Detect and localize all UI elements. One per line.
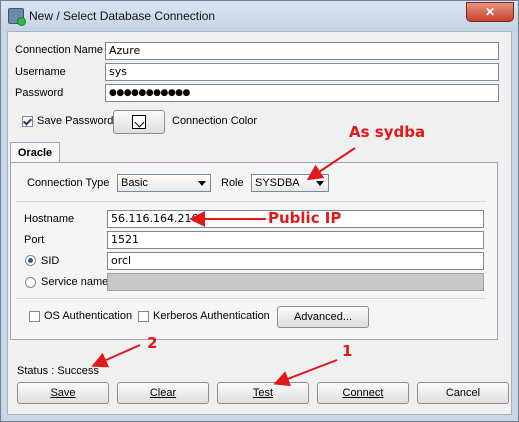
arrow-to-role — [306, 147, 356, 181]
arrow-to-status — [91, 344, 141, 368]
arrow-to-test — [273, 359, 338, 387]
annotation-arrows — [91, 147, 356, 387]
